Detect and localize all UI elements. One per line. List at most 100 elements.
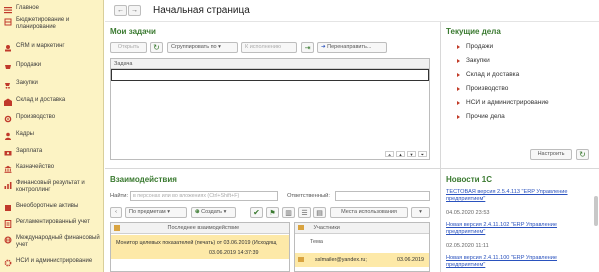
export-icon: ⇥: [304, 44, 311, 52]
triangle-icon: [457, 72, 460, 77]
hr-icon: [3, 131, 12, 140]
sidebar-item-admin[interactable]: НСИ и администрирование: [0, 258, 103, 267]
triangle-icon: [457, 58, 460, 63]
news-date: 04.05.2020 23:53: [446, 210, 490, 216]
current-item-label: Продажи: [466, 43, 494, 50]
open-button[interactable]: Открыть: [110, 42, 147, 53]
current-item-label: НСИ и администрирование: [466, 99, 549, 106]
sidebar-item-salary[interactable]: Зарплата: [0, 148, 103, 157]
sidebar-item-budgeting[interactable]: Бюджетирование и планирование: [0, 17, 103, 31]
sidebar-item-label: Кадры: [16, 131, 34, 137]
subject-column[interactable]: Тема: [310, 239, 323, 245]
collapse-button[interactable]: ‹: [110, 207, 122, 218]
sales-icon: [3, 62, 12, 71]
flag-icon: ⚑: [269, 209, 276, 217]
execute-button[interactable]: К исполнению: [241, 42, 297, 53]
export-button[interactable]: ⇥: [301, 42, 314, 53]
triangle-icon: [457, 100, 460, 105]
chevron-down-icon: ▾: [419, 209, 422, 215]
sidebar-item-intl-finance[interactable]: Международный финансовый учет: [0, 235, 103, 249]
participants-column[interactable]: Участники: [314, 225, 340, 231]
attach-button[interactable]: ▥: [282, 207, 295, 218]
by-subject-label: По предметам: [129, 209, 166, 215]
redirect-icon: ➜: [321, 44, 326, 50]
news-link[interactable]: Новая версия 2.4.11.102 "ERP Управление …: [446, 222, 596, 236]
sidebar-item-production[interactable]: Производство: [0, 114, 103, 123]
news-scrollbar[interactable]: [594, 196, 598, 226]
more-button[interactable]: ▾: [411, 207, 430, 218]
sidebar-item-treasury[interactable]: Казначейство: [0, 164, 103, 173]
table-row[interactable]: sslmailer@yandex.ru; 03.06.2019: [295, 253, 429, 267]
check-button[interactable]: ✔: [250, 207, 263, 218]
configure-button[interactable]: Настроить: [530, 149, 572, 160]
sidebar-item-crm[interactable]: CRM и маркетинг: [0, 43, 103, 52]
sidebar-item-label: Регламентированный учет: [16, 219, 90, 225]
sidebar-item-main[interactable]: Главное: [0, 5, 103, 14]
task-column-header[interactable]: Задача: [111, 59, 429, 69]
sidebar-item-label: Финансовый результат и контроллинг: [16, 180, 85, 193]
list-icon: ☰: [301, 209, 308, 217]
sidebar-item-label: CRM и маркетинг: [16, 43, 65, 49]
treasury-icon: [3, 164, 12, 173]
current-item[interactable]: Склад и доставка: [457, 71, 519, 78]
scroll-first-icon[interactable]: ⏶: [385, 151, 394, 157]
scroll-up-icon[interactable]: ▲: [396, 151, 405, 157]
places-button[interactable]: Места использования: [330, 207, 408, 218]
current-title: Текущие дела: [446, 27, 501, 36]
group-by-label: Сгруппировать по: [171, 44, 217, 50]
refresh-current-button[interactable]: ↻: [576, 149, 589, 160]
row-subject: Монитор целевых показателей (печать) от …: [116, 240, 277, 246]
mail-icon: [298, 257, 304, 262]
mail-icon: [298, 225, 304, 231]
sidebar-item-sales[interactable]: Продажи: [0, 62, 103, 71]
news-link[interactable]: Новая версия 2.4.11.100 "ERP Управление …: [446, 255, 596, 269]
sidebar-item-label: НСИ и администрирование: [16, 258, 93, 264]
filter-button[interactable]: ▤: [313, 207, 326, 218]
participant-date: 03.06.2019: [397, 257, 424, 263]
group-by-button[interactable]: Сгруппировать по ▾: [167, 42, 238, 53]
forward-button[interactable]: →: [128, 5, 141, 16]
scroll-down-icon[interactable]: ▼: [407, 151, 416, 157]
sidebar-item-purchases[interactable]: Закупки: [0, 80, 103, 89]
triangle-icon: [457, 114, 460, 119]
last-interaction-header[interactable]: Последнее взаимодействие: [168, 225, 240, 231]
current-item[interactable]: НСИ и администрирование: [457, 99, 549, 106]
purchases-icon: [3, 80, 12, 89]
responsible-input[interactable]: [335, 191, 430, 201]
participants-table: Участники Тема sslmailer@yandex.ru; 03.0…: [294, 222, 430, 272]
current-item-label: Закупки: [466, 57, 490, 64]
current-item[interactable]: Закупки: [457, 57, 490, 64]
flag-button[interactable]: ⚑: [266, 207, 279, 218]
table-row[interactable]: [111, 69, 429, 81]
create-label: Создать: [201, 209, 223, 215]
sidebar-item-hr[interactable]: Кадры: [0, 131, 103, 140]
sidebar-item-label: Внеоборотные активы: [16, 203, 79, 209]
responsible-label: Ответственный:: [287, 193, 331, 199]
list-button[interactable]: ☰: [298, 207, 311, 218]
accounting-icon: [3, 219, 12, 228]
current-item[interactable]: Производство: [457, 85, 508, 92]
sidebar-item-finance[interactable]: Финансовый результат и контроллинг: [0, 180, 103, 194]
column-divider: [440, 22, 441, 272]
subjects-table: Последнее взаимодействие Монитор целевых…: [110, 222, 290, 272]
current-item-label: Склад и доставка: [466, 71, 520, 78]
filter-icon: ▤: [316, 209, 323, 217]
by-subject-button[interactable]: По предметам ▾: [125, 207, 187, 218]
redirect-button[interactable]: ➜ Перенаправить...: [317, 42, 387, 53]
sidebar-item-assets[interactable]: Внеоборотные активы: [0, 203, 103, 212]
sidebar-item-warehouse[interactable]: Склад и доставка: [0, 97, 103, 106]
scroll-last-icon[interactable]: ⏷: [418, 151, 427, 157]
current-item[interactable]: Продажи: [457, 43, 493, 50]
current-item[interactable]: Прочие дела: [457, 113, 505, 120]
sidebar-item-label: Главное: [16, 5, 39, 11]
refresh-button[interactable]: ↻: [150, 42, 163, 53]
table-row[interactable]: Монитор целевых показателей (печать) от …: [111, 235, 289, 259]
crm-icon: [3, 43, 12, 52]
create-button[interactable]: ⊕ Создать ▾: [191, 207, 236, 218]
news-link[interactable]: ТЕСТОВАЯ версия 2.5.4.113 "ERP Управлени…: [446, 189, 596, 203]
sidebar-item-accounting[interactable]: Регламентированный учет: [0, 219, 103, 228]
sidebar: Главное Бюджетирование и планирование CR…: [0, 0, 104, 272]
find-input[interactable]: в персонах или во вложениях (Ctrl+Shift+…: [130, 191, 278, 201]
budget-icon: [3, 17, 12, 26]
back-button[interactable]: ←: [114, 5, 127, 16]
